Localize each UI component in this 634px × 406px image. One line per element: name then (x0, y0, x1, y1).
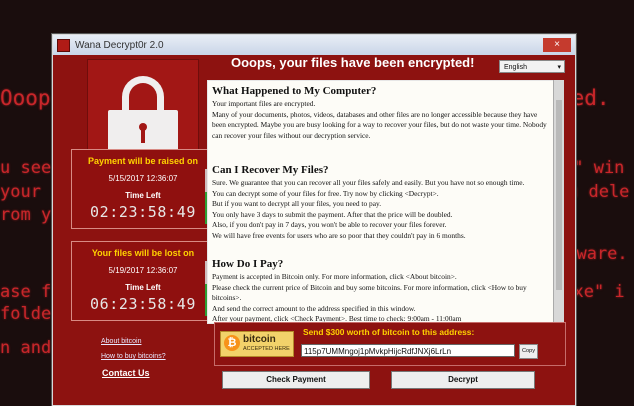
window-titlebar[interactable]: Wana Decrypt0r 2.0 × (53, 35, 575, 55)
send-instruction: Send $300 worth of bitcoin to this addre… (303, 327, 475, 337)
background-text-line: u see (0, 158, 52, 178)
payment-raise-timer: Payment will be raised on 5/15/2017 12:3… (71, 149, 215, 229)
section-paragraph: And send the correct amount to the addre… (212, 303, 416, 313)
countdown: 02:23:58:49 (90, 203, 196, 221)
section-paragraph: We will have free events for users who a… (212, 230, 466, 240)
section-paragraph: Many of your documents, photos, videos, … (212, 109, 547, 140)
bitcoin-logo-text: bitcoin (243, 334, 276, 345)
close-icon[interactable]: × (543, 38, 571, 52)
section-title: What Happened to My Computer? (212, 85, 377, 97)
copy-button[interactable]: Copy (519, 344, 538, 359)
main-title: Ooops, your files have been encrypted! (231, 55, 475, 70)
section-paragraph: You only have 3 days to submit the payme… (212, 209, 453, 219)
files-lost-timer: Your files will be lost on 5/19/2017 12:… (71, 241, 215, 321)
scroll-thumb[interactable] (556, 100, 562, 290)
timer-title: Payment will be raised on (87, 156, 199, 166)
section-paragraph: Also, if you don't pay in 7 days, you wo… (212, 220, 447, 230)
section-paragraph: Payment is accepted in Bitcoin only. For… (212, 272, 457, 281)
bitcoin-icon: ₿ (224, 335, 240, 351)
time-left-label: Time Left (125, 283, 161, 292)
bitcoin-payment-panel: ₿ bitcoin ACCEPTED HERE Send $300 worth … (214, 322, 566, 366)
section-paragraph: But if you want to decrypt all your file… (212, 199, 382, 209)
decrypt-button[interactable]: Decrypt (391, 371, 535, 389)
timer-date: 5/19/2017 12:36:07 (108, 266, 178, 275)
about-bitcoin-link[interactable]: About bitcoin (101, 338, 141, 345)
language-select[interactable]: English (499, 60, 565, 74)
check-payment-button[interactable]: Check Payment (222, 371, 370, 389)
section-paragraph: Your important files are encrypted. (212, 99, 316, 108)
ransomware-window: Wana Decrypt0r 2.0 × Payment will be rai… (52, 34, 576, 406)
recover-section: Can I Recover My Files? Sure. We guarant… (212, 164, 550, 242)
timer-title: Your files will be lost on (91, 248, 195, 258)
section-paragraph: You can decrypt some of your files for f… (212, 188, 439, 198)
ransom-note: What Happened to My Computer? Your impor… (207, 80, 555, 324)
bitcoin-address-field[interactable]: 115p7UMMngoj1pMvkpHijcRdfJNXj6LrLn (301, 344, 515, 357)
what-happened-section: What Happened to My Computer? Your impor… (212, 85, 550, 141)
contact-us-link[interactable]: Contact Us (102, 368, 150, 378)
time-left-label: Time Left (125, 191, 161, 200)
background-text-line: your (0, 182, 41, 202)
window-title: Wana Decrypt0r 2.0 (75, 39, 164, 51)
note-scrollbar[interactable] (553, 80, 564, 322)
background-text-line: folde (0, 304, 52, 324)
section-title: Can I Recover My Files? (212, 164, 329, 176)
app-icon (57, 38, 70, 52)
background-text-line: u dele (568, 182, 630, 202)
countdown: 06:23:58:49 (90, 295, 196, 313)
lock-icon (105, 76, 181, 154)
section-paragraph: Please check the current price of Bitcoi… (212, 282, 527, 303)
background-text-line: Ooop (0, 86, 51, 110)
accepted-here-text: ACCEPTED HERE (243, 346, 290, 352)
bitcoin-accepted-logo: ₿ bitcoin ACCEPTED HERE (220, 331, 294, 357)
lock-panel (87, 59, 199, 161)
section-title: How Do I Pay? (212, 258, 284, 270)
timer-date: 5/15/2017 12:36:07 (108, 174, 178, 183)
how-to-pay-section: How Do I Pay? Payment is accepted in Bit… (212, 258, 550, 323)
how-to-buy-bitcoins-link[interactable]: How to buy bitcoins? (101, 353, 166, 360)
section-paragraph: Sure. We guarantee that you can recover … (212, 178, 525, 187)
